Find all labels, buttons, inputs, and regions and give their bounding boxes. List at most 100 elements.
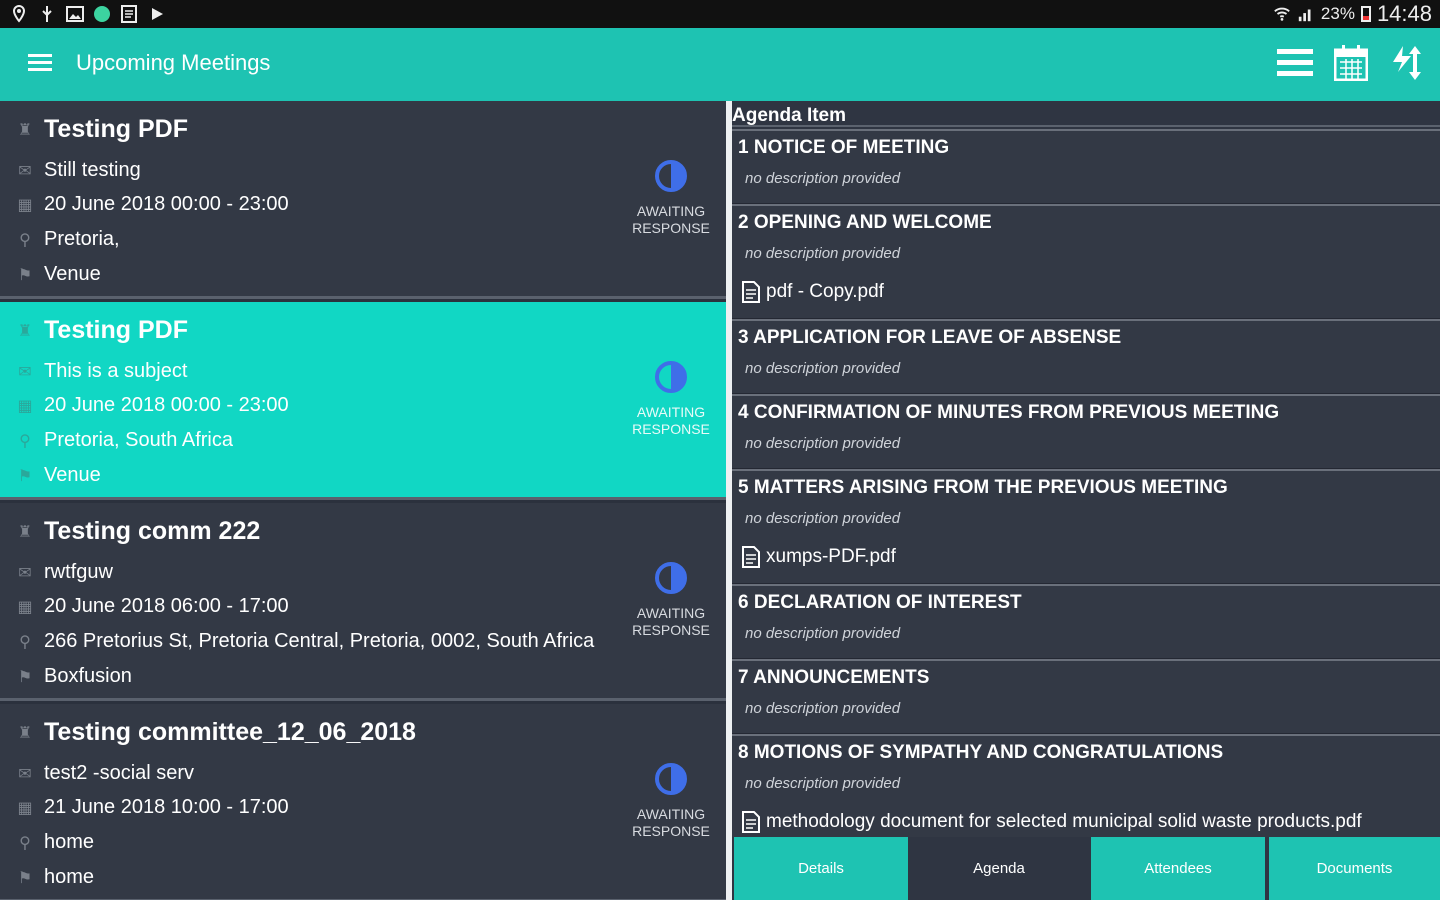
meeting-date-row: ▦ 20 June 2018 00:00 - 23:00 [14,394,289,417]
meeting-venue: Venue [44,464,101,486]
meeting-location-row: ⚲ Pretoria, [14,228,120,251]
chat-bubble-icon: ✉ [18,162,32,180]
calendar-small-icon: ▦ [17,397,33,415]
meeting-title-row: ♜ Testing PDF [14,115,188,144]
agenda-item[interactable]: 1 NOTICE OF MEETING no description provi… [732,129,1440,204]
hamburger-menu-icon[interactable] [28,54,52,74]
meeting-title-row: ♜ Testing committee_12_06_2018 [14,718,416,747]
chat-bubble-icon: ✉ [18,363,32,381]
file-icon [742,546,760,568]
agenda-item-title: 3 APPLICATION FOR LEAVE OF ABSENSE [738,327,1122,348]
meeting-venue: home [44,866,95,888]
tab-agenda[interactable]: Agenda [912,837,1086,900]
agenda-item[interactable]: 6 DECLARATION OF INTEREST no description… [732,584,1440,659]
system-indicators: 23% 14:48 [1273,1,1432,26]
meeting-card[interactable]: ♜ Testing PDF ✉ Still testing ▦ 20 June 201… [0,101,726,299]
meeting-card[interactable]: ♜ Testing committee_12_06_2018 ✉ test2 -so… [0,704,726,900]
meeting-subject-row: ✉ This is a subject [14,360,187,383]
detail-tabs: Details Agenda Attendees Documents [732,837,1440,900]
sync-icon[interactable] [1388,42,1426,84]
agenda-item-title: 7 ANNOUNCEMENTS [738,667,930,688]
meetings-list: ♜ Testing PDF ✉ Still testing ▦ 20 June 201… [0,101,726,900]
meeting-card[interactable]: ♜ Testing comm 222 ✉ rwtfguw ▦ 20 June 2018… [0,503,726,701]
meeting-card-selected[interactable]: ♜ Testing PDF ✉ This is a subject ▦ 20 June… [0,302,726,500]
file-icon [742,281,760,303]
meeting-title-row: ♜ Testing comm 222 [14,517,260,546]
response-status: AWAITING RESPONSE [624,360,718,438]
meeting-venue-row: ⚑ Venue [14,263,101,286]
meeting-subject-row: ✉ test2 -social serv [14,762,194,785]
system-status-bar: 23% 14:48 [0,0,1440,28]
meeting-location-row: ⚲ home [14,831,94,854]
agenda-item-title: 2 OPENING AND WELCOME [738,212,992,233]
agenda-item-title: 1 NOTICE OF MEETING [738,137,950,158]
meeting-location: Pretoria, [44,228,120,250]
app-bar-actions [1276,42,1426,84]
meeting-subject: Still testing [44,159,141,181]
meeting-venue-row: ⚑ Boxfusion [14,665,132,688]
page-title: Upcoming Meetings [76,50,271,75]
agenda-item-description: no description provided [745,700,901,717]
meeting-location: Pretoria, South Africa [44,429,233,451]
file-icon [742,811,760,833]
meeting-venue: Boxfusion [44,665,132,687]
meeting-subject: test2 -social serv [44,762,195,784]
building-icon: ⚑ [17,668,33,686]
tab-documents[interactable]: Documents [1269,837,1440,900]
agenda-item-description: no description provided [745,435,901,452]
meeting-title: Testing committee_12_06_2018 [44,718,416,746]
attachment-name: xumps-PDF.pdf [766,546,896,567]
agenda-panel: Agenda Item 1 NOTICE OF MEETING no descr… [732,101,1440,837]
meeting-date: 21 June 2018 10:00 - 17:00 [44,796,289,818]
building-icon: ⚑ [17,266,33,284]
meeting-date: 20 June 2018 00:00 - 23:00 [44,394,289,416]
pin-icon: ⚲ [19,633,31,651]
tab-details[interactable]: Details [734,837,908,900]
play-icon [148,5,166,23]
group-icon: ♜ [17,121,33,139]
document-icon [120,5,138,23]
agenda-item-title: 8 MOTIONS OF SYMPATHY AND CONGRATULATION… [738,742,1224,763]
agenda-item-description: no description provided [745,245,901,262]
attachment-link[interactable]: pdf - Copy.pdf [742,281,884,303]
wifi-icon [1273,5,1291,23]
agenda-item[interactable]: 7 ANNOUNCEMENTS no description provided [732,659,1440,734]
status-line-1: AWAITING [636,605,706,621]
meeting-date-row: ▦ 21 June 2018 10:00 - 17:00 [14,796,289,819]
agenda-item[interactable]: 3 APPLICATION FOR LEAVE OF ABSENSE no de… [732,319,1440,394]
response-status: AWAITING RESPONSE [624,159,718,237]
status-line-1: AWAITING [636,806,706,822]
clock: 14:48 [1376,1,1432,26]
usb-icon [38,5,56,23]
agenda-item[interactable]: 5 MATTERS ARISING FROM THE PREVIOUS MEET… [732,469,1440,584]
list-view-icon[interactable] [1276,42,1314,84]
agenda-item[interactable]: 4 CONFIRMATION OF MINUTES FROM PREVIOUS … [732,394,1440,469]
attachment-name: pdf - Copy.pdf [766,281,884,302]
meeting-location-row: ⚲ 266 Pretorius St, Pretoria Central, Pre… [14,630,594,653]
battery-percent: 23% [1320,4,1355,23]
status-line-2: RESPONSE [632,421,710,437]
status-line-2: RESPONSE [632,220,710,236]
calendar-small-icon: ▦ [17,799,33,817]
meeting-subject-row: ✉ Still testing [14,159,141,182]
half-circle-status-icon [655,160,687,192]
calendar-icon[interactable] [1332,42,1370,84]
half-circle-status-icon [655,562,687,594]
attachment-link[interactable]: methodology document for selected munici… [742,811,1362,833]
tab-attendees[interactable]: Attendees [1091,837,1265,900]
agenda-item[interactable]: 8 MOTIONS OF SYMPATHY AND CONGRATULATION… [732,734,1440,837]
agenda-item[interactable]: 2 OPENING AND WELCOME no description pro… [732,204,1440,319]
calendar-small-icon: ▦ [17,598,33,616]
status-line-2: RESPONSE [632,622,710,638]
meeting-title: Testing PDF [44,115,188,143]
chat-bubble-icon: ✉ [18,564,32,582]
attachment-link[interactable]: xumps-PDF.pdf [742,546,896,568]
battery-icon [1360,6,1371,22]
agenda-item-description: no description provided [745,510,901,527]
attachment-name: methodology document for selected munici… [766,811,1362,832]
building-icon: ⚑ [17,467,33,485]
pin-icon: ⚲ [19,834,31,852]
status-line-2: RESPONSE [632,823,710,839]
meeting-subject: This is a subject [44,360,188,382]
agenda-item-title: 4 CONFIRMATION OF MINUTES FROM PREVIOUS … [738,402,1280,423]
